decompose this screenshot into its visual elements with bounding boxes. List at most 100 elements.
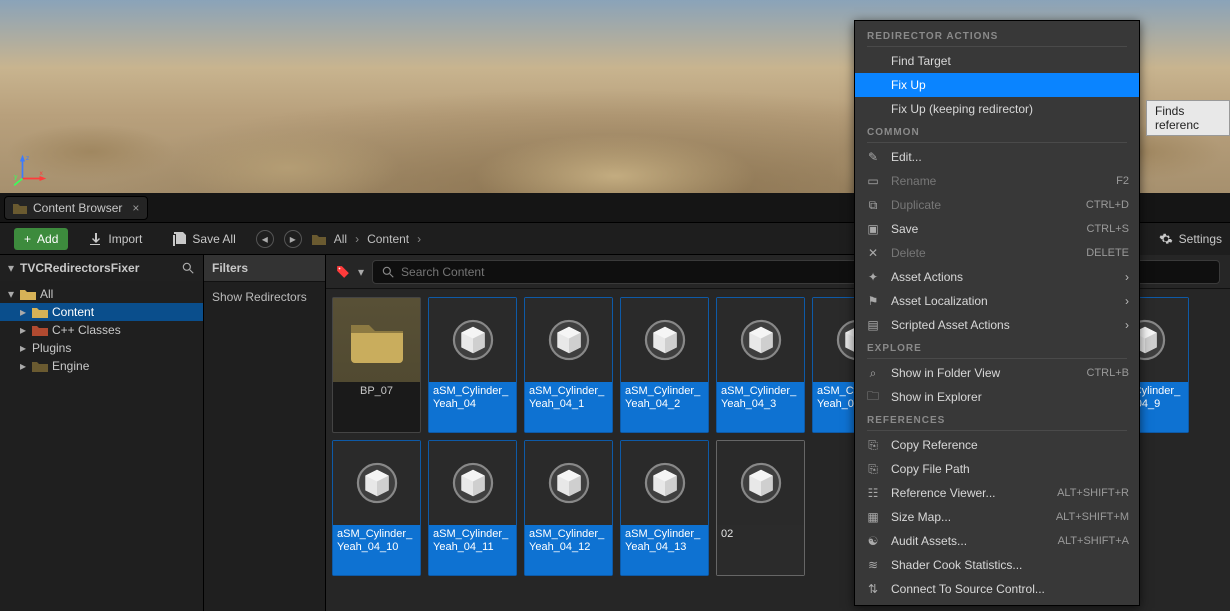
duplicate-icon: ⧉: [865, 197, 881, 213]
asset-item[interactable]: aSM_Cylinder_Yeah_04: [428, 297, 517, 433]
menu-section: REDIRECTOR ACTIONS: [855, 25, 1139, 49]
add-button[interactable]: + Add: [14, 228, 68, 250]
settings-label: Settings: [1179, 232, 1222, 246]
tree-label: Plugins: [32, 341, 71, 355]
sources-panel: ▾ TVCRedirectorsFixer ▾ All ▸ Content ▸: [0, 255, 204, 611]
menu-audit-assets[interactable]: ☯Audit Assets...ALT+SHIFT+A: [855, 529, 1139, 553]
gear-icon: [1159, 232, 1173, 246]
settings-button[interactable]: Settings: [1159, 232, 1222, 246]
menu-size-map[interactable]: ▦Size Map...ALT+SHIFT+M: [855, 505, 1139, 529]
shader-icon: ≋: [865, 557, 881, 573]
tree-item-cpp[interactable]: ▸ C++ Classes: [0, 321, 203, 339]
import-button[interactable]: Import: [78, 228, 152, 250]
asset-folder[interactable]: BP_07: [332, 297, 421, 433]
asset-item[interactable]: aSM_Cylinder_Yeah_04_1: [524, 297, 613, 433]
history-back-button[interactable]: ◂: [256, 230, 274, 248]
asset-item[interactable]: aSM_Cylinder_Yeah_04_10: [332, 440, 421, 576]
history-forward-button[interactable]: ▸: [284, 230, 302, 248]
menu-asset-actions[interactable]: ✦Asset Actions›: [855, 265, 1139, 289]
refviewer-icon: ☷: [865, 485, 881, 501]
menu-save[interactable]: ▣SaveCTRL+S: [855, 217, 1139, 241]
app-root: z x y Content Browser × + Add Import Sa: [0, 0, 1230, 611]
tree-twisty[interactable]: ▸: [18, 359, 28, 373]
tree-label: Content: [52, 305, 94, 319]
asset-item[interactable]: aSM_Cylinder_Yeah_04_3: [716, 297, 805, 433]
sources-title: TVCRedirectorsFixer: [20, 261, 175, 275]
tree-item-engine[interactable]: ▸ Engine: [0, 357, 203, 375]
asset-thumbnail: [429, 298, 516, 382]
asset-thumbnail: [717, 298, 804, 382]
menu-duplicate[interactable]: ⧉DuplicateCTRL+D: [855, 193, 1139, 217]
menu-copy-reference[interactable]: ⎘Copy Reference: [855, 433, 1139, 457]
sources-header: ▾ TVCRedirectorsFixer: [0, 255, 203, 281]
menu-fix-up-keep[interactable]: Fix Up (keeping redirector): [855, 97, 1139, 121]
folder-icon: [32, 360, 48, 372]
asset-item[interactable]: 02: [716, 440, 805, 576]
save-all-button[interactable]: Save All: [162, 228, 245, 250]
tab-content-browser[interactable]: Content Browser ×: [4, 196, 148, 220]
copy-ref-icon: ⎘: [865, 437, 881, 453]
tooltip-text: Finds referenc: [1155, 104, 1199, 132]
menu-show-explorer[interactable]: 🗀Show in Explorer: [855, 385, 1139, 409]
asset-item[interactable]: aSM_Cylinder_Yeah_04_2: [620, 297, 709, 433]
tree-twisty[interactable]: ▾: [6, 287, 16, 301]
menu-rename[interactable]: ▭RenameF2: [855, 169, 1139, 193]
tree-item-plugins[interactable]: ▸ Plugins: [0, 339, 203, 357]
menu-connect-source-control[interactable]: ⇅Connect To Source Control...: [855, 577, 1139, 601]
menu-section: COMMON: [855, 121, 1139, 145]
chevron-right-icon: ›: [1125, 294, 1129, 308]
asset-label: aSM_Cylinder_Yeah_04_12: [525, 525, 612, 575]
add-label: Add: [37, 232, 58, 246]
tree-item-all[interactable]: ▾ All: [0, 285, 203, 303]
tree-item-content[interactable]: ▸ Content: [0, 303, 203, 321]
save-all-icon: [172, 232, 186, 246]
tree-twisty[interactable]: ▸: [18, 305, 28, 319]
chevron-down-icon[interactable]: ▾: [358, 265, 364, 279]
blank-icon: [865, 77, 881, 93]
import-icon: [88, 232, 102, 246]
chevron-down-icon[interactable]: ▾: [8, 261, 14, 275]
asset-label: aSM_Cylinder_Yeah_04_2: [621, 382, 708, 432]
asset-thumbnail: [525, 441, 612, 525]
menu-shader-cook-stats[interactable]: ≋Shader Cook Statistics...: [855, 553, 1139, 577]
flag-icon: ⚑: [865, 293, 881, 309]
menu-show-folder-view[interactable]: ⌕Show in Folder ViewCTRL+B: [855, 361, 1139, 385]
search-icon[interactable]: [181, 261, 195, 275]
breadcrumb-root[interactable]: All: [334, 232, 347, 246]
menu-delete[interactable]: ✕DeleteDELETE: [855, 241, 1139, 265]
asset-thumbnail: [717, 441, 804, 525]
blank-icon: [865, 53, 881, 69]
menu-find-target[interactable]: Find Target: [855, 49, 1139, 73]
close-icon[interactable]: ×: [132, 201, 139, 215]
folder-icon: [13, 202, 27, 214]
asset-thumbnail: [333, 441, 420, 525]
menu-asset-localization[interactable]: ⚑Asset Localization›: [855, 289, 1139, 313]
save-icon: ▣: [865, 221, 881, 237]
asset-label: 02: [717, 525, 804, 575]
tree-twisty[interactable]: ▸: [18, 341, 28, 355]
breadcrumb-item[interactable]: Content: [367, 232, 409, 246]
asset-item[interactable]: aSM_Cylinder_Yeah_04_12: [524, 440, 613, 576]
filter-tag-icon[interactable]: [336, 265, 350, 279]
sources-tree: ▾ All ▸ Content ▸ C++ Classes ▸ Plugins: [0, 281, 203, 379]
folder-icon: [32, 324, 48, 336]
plus-icon: +: [24, 232, 31, 246]
tree-twisty[interactable]: ▸: [18, 323, 28, 337]
import-label: Import: [108, 232, 142, 246]
tab-title: Content Browser: [33, 201, 122, 215]
menu-reference-viewer[interactable]: ☷Reference Viewer...ALT+SHIFT+R: [855, 481, 1139, 505]
menu-copy-file-path[interactable]: ⎘Copy File Path: [855, 457, 1139, 481]
asset-item[interactable]: aSM_Cylinder_Yeah_04_11: [428, 440, 517, 576]
menu-section: EXPLORE: [855, 337, 1139, 361]
filter-item[interactable]: Show Redirectors: [204, 282, 325, 312]
menu-fix-up[interactable]: Fix Up: [855, 73, 1139, 97]
chevron-right-icon: ›: [417, 232, 421, 246]
wrench-icon: ✦: [865, 269, 881, 285]
menu-edit[interactable]: ✎Edit...: [855, 145, 1139, 169]
source-control-icon: ⇅: [865, 581, 881, 597]
folder-icon: [20, 288, 36, 300]
viewport-gizmo[interactable]: z x y: [14, 153, 48, 187]
menu-tooltip: Finds referenc: [1146, 100, 1230, 136]
menu-scripted-asset-actions[interactable]: ▤Scripted Asset Actions›: [855, 313, 1139, 337]
asset-item[interactable]: aSM_Cylinder_Yeah_04_13: [620, 440, 709, 576]
